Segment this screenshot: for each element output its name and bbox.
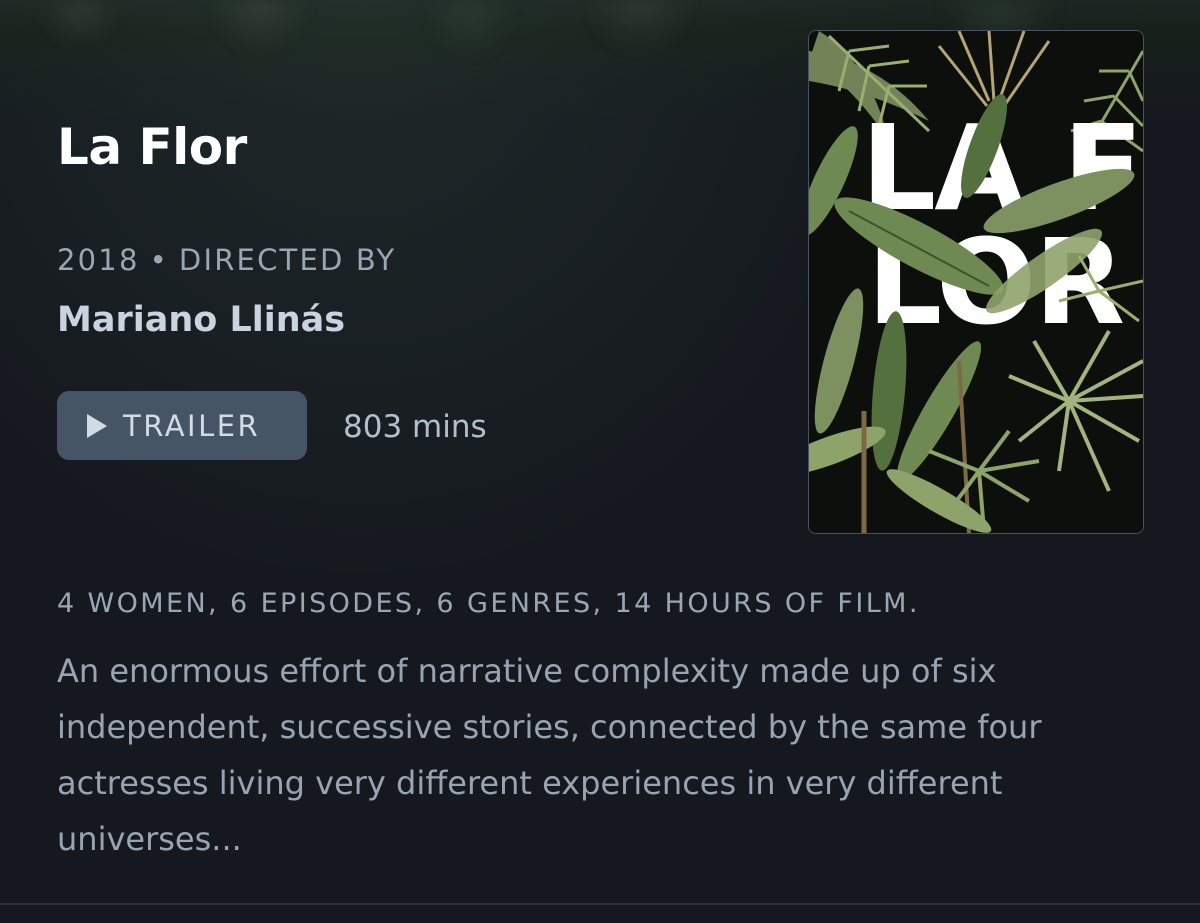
film-synopsis: An enormous effort of narrative complexi… (57, 652, 1042, 858)
film-tagline: 4 WOMEN, 6 EPISODES, 6 GENRES, 14 HOURS … (57, 588, 920, 619)
release-year: 2018 (57, 243, 140, 277)
directed-by-label: DIRECTED BY (178, 243, 397, 277)
film-poster[interactable]: LA F LOR (808, 30, 1144, 534)
film-meta: 2018 • DIRECTED BY (57, 240, 396, 280)
runtime: 803 mins (343, 409, 487, 445)
trailer-button[interactable]: TRAILER (57, 391, 307, 460)
director-link[interactable]: Mariano Llinás (57, 296, 345, 344)
film-title: La Flor (57, 118, 247, 176)
play-icon (87, 413, 107, 438)
divider (0, 903, 1200, 905)
trailer-button-label: TRAILER (123, 408, 261, 443)
meta-separator: • (149, 243, 169, 277)
poster-artwork: LA F LOR (809, 31, 1143, 533)
